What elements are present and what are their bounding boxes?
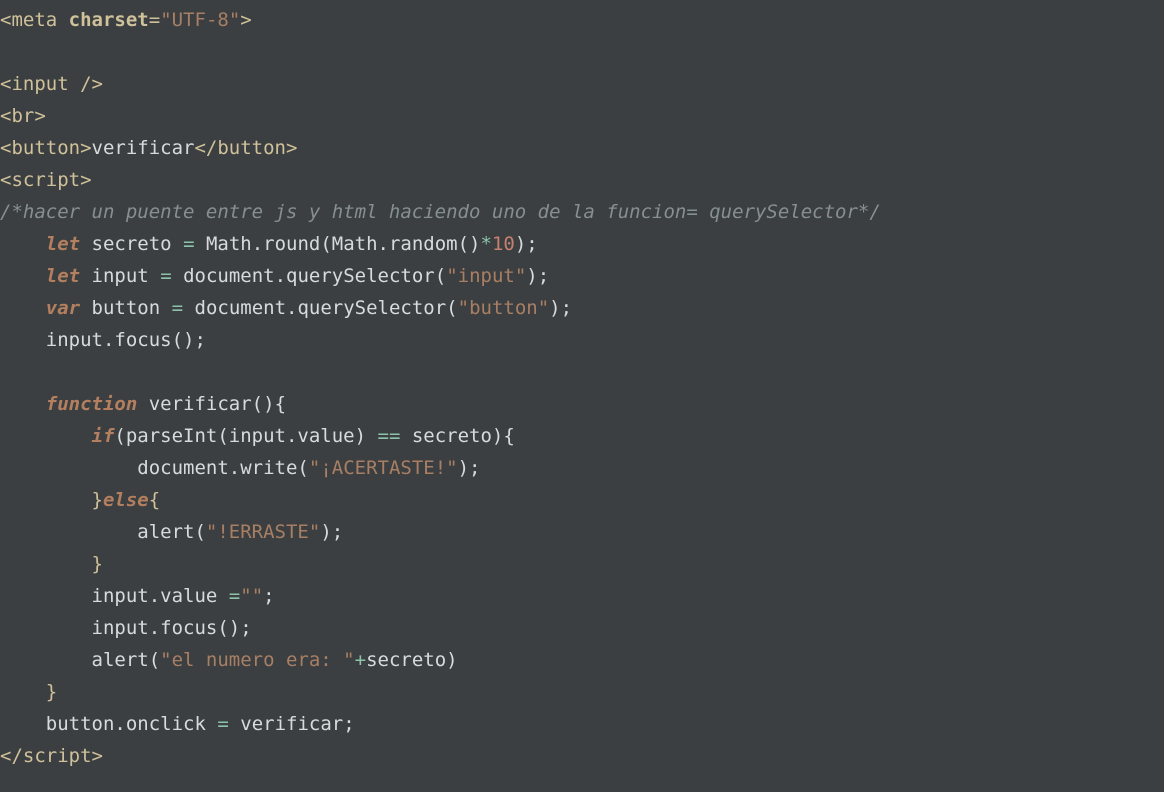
code-line: let input = document.querySelector("inpu… <box>0 265 549 287</box>
code-line: alert("!ERRASTE"); <box>0 521 343 543</box>
code-line: button.onclick = verificar; <box>0 713 355 735</box>
code-line: alert("el numero era: "+secreto) <box>0 649 458 671</box>
code-line: input.focus(); <box>0 617 252 639</box>
code-editor[interactable]: <meta charset="UTF-8"> <input /> <br> <b… <box>0 0 1164 772</box>
code-line: }else{ <box>0 489 160 511</box>
code-line: input.focus(); <box>0 329 206 351</box>
code-line: /*hacer un puente entre js y html hacien… <box>0 201 881 223</box>
code-line: var button = document.querySelector("but… <box>0 297 572 319</box>
code-line: let secreto = Math.round(Math.random()*1… <box>0 233 538 255</box>
code-line: <script> <box>0 169 92 191</box>
code-line: } <box>0 553 103 575</box>
code-line: </script> <box>0 745 103 767</box>
code-line: function verificar(){ <box>0 393 286 415</box>
code-line: input.value =""; <box>0 585 275 607</box>
code-line: <meta charset="UTF-8"> <box>0 9 252 31</box>
code-line: <input /> <box>0 73 103 95</box>
code-line: } <box>0 681 57 703</box>
code-line: <button>verificar</button> <box>0 137 297 159</box>
code-line: <br> <box>0 105 46 127</box>
code-line: document.write("¡ACERTASTE!"); <box>0 457 480 479</box>
code-line: if(parseInt(input.value) == secreto){ <box>0 425 515 447</box>
